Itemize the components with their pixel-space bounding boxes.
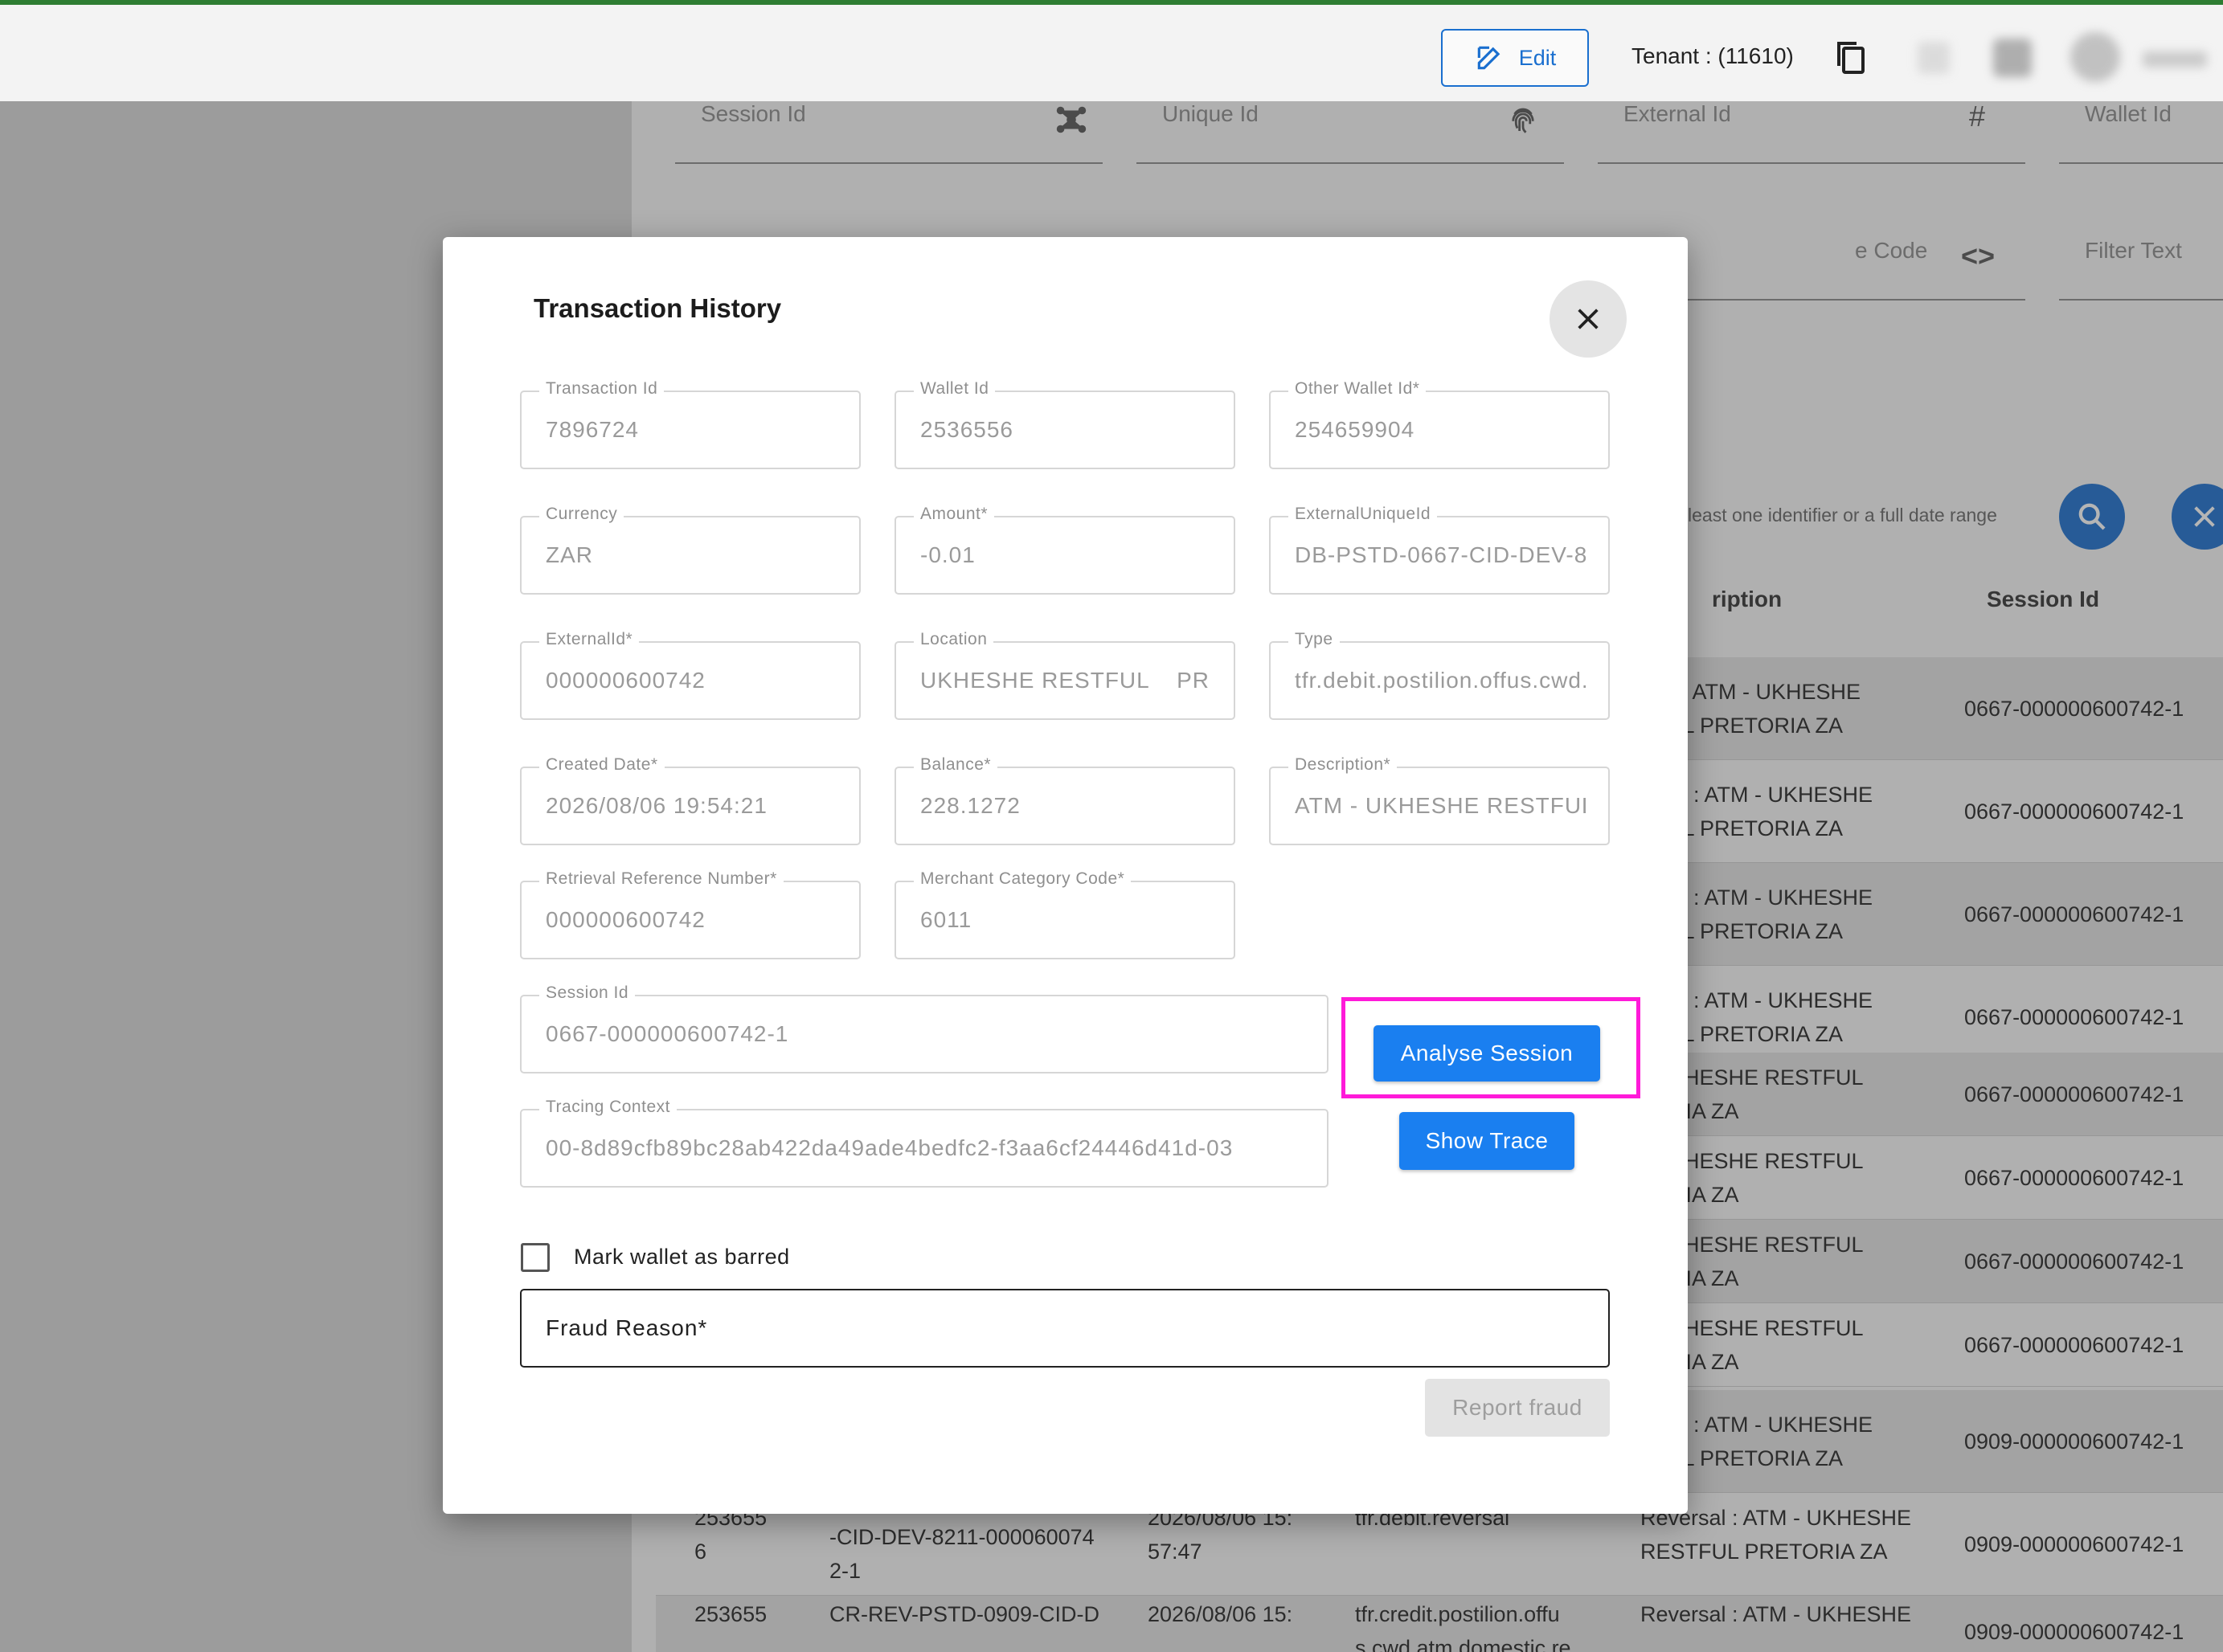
location-suffix: PR — [1177, 668, 1210, 693]
external-unique-id-field[interactable]: ExternalUniqueId DB-PSTD-0667-CID-DEV-82… — [1269, 505, 1610, 595]
top-app-bar: Edit Tenant : (11610) — [0, 0, 2223, 101]
session-id-value: 0667-000000600742-1 — [546, 1021, 789, 1046]
dialog-title: Transaction History — [534, 293, 782, 323]
edit-icon — [1477, 46, 1500, 70]
fraud-reason-placeholder: Fraud Reason* — [546, 1315, 708, 1340]
type-field[interactable]: Type tfr.debit.postilion.offus.cwd.atm.d… — [1269, 630, 1610, 720]
location-value: UKHESHE RESTFUL — [920, 668, 1150, 693]
location-field[interactable]: Location UKHESHE RESTFUL PR — [895, 630, 1235, 720]
transaction-id-field[interactable]: Transaction Id 7896724 — [520, 379, 861, 469]
created-date-field[interactable]: Created Date* 2026/08/06 19:54:21 — [520, 755, 861, 845]
balance-value: 228.1272 — [920, 793, 1021, 818]
amount-value: -0.01 — [920, 542, 976, 567]
edit-button-label: Edit — [1518, 45, 1557, 70]
close-icon — [1578, 309, 1599, 329]
balance-field[interactable]: Balance* 228.1272 — [895, 755, 1235, 845]
tenant-label: Tenant : (11610) — [1631, 43, 1794, 68]
external-id-field[interactable]: ExternalId* 000000600742 — [520, 630, 861, 720]
created-date-value: 2026/08/06 19:54:21 — [546, 793, 768, 818]
mark-barred-label: Mark wallet as barred — [574, 1245, 790, 1269]
wallet-id-value: 2536556 — [920, 417, 1014, 442]
amount-field[interactable]: Amount* -0.01 — [895, 505, 1235, 595]
transaction-id-value: 7896724 — [546, 417, 640, 442]
mcc-value: 6011 — [920, 907, 972, 932]
external-unique-id-value: DB-PSTD-0667-CID-DEV-8211-000000600742-1 — [1295, 542, 1586, 567]
tracing-context-field[interactable]: Tracing Context 00-8d89cfb89bc28ab422da4… — [520, 1098, 1328, 1188]
wallet-id-field[interactable]: Wallet Id 2536556 — [895, 379, 1235, 469]
rrn-field[interactable]: Retrieval Reference Number* 000000600742 — [520, 869, 861, 959]
description-field[interactable]: Description* ATM - UKHESHE RESTFUL PRETO… — [1269, 755, 1610, 845]
external-id-value: 000000600742 — [546, 668, 706, 693]
copy-icon[interactable] — [1834, 40, 1866, 76]
other-wallet-id-value: 254659904 — [1295, 417, 1415, 442]
session-id-field[interactable]: Session Id 0667-000000600742-1 — [520, 983, 1328, 1073]
avatar — [2070, 32, 2120, 82]
tracing-context-value: 00-8d89cfb89bc28ab422da49ade4bedfc2-f3aa… — [546, 1135, 1234, 1160]
close-dialog-button[interactable] — [1550, 280, 1627, 358]
currency-value: ZAR — [546, 542, 593, 567]
currency-field[interactable]: Currency ZAR — [520, 505, 861, 595]
blurred-icon — [1918, 42, 1950, 74]
description-value: ATM - UKHESHE RESTFUL PRETORIA ZA — [1295, 793, 1586, 818]
transaction-history-dialog: Transaction History Transaction Id 78967… — [443, 237, 1688, 1514]
other-wallet-id-field[interactable]: Other Wallet Id* 254659904 — [1269, 379, 1610, 469]
blurred-icon — [1993, 39, 2032, 77]
header-blurred-actions — [1910, 24, 2223, 93]
type-value: tfr.debit.postilion.offus.cwd.atm.domest… — [1295, 668, 1586, 693]
report-fraud-button[interactable]: Report fraud — [1425, 1379, 1610, 1437]
mcc-field[interactable]: Merchant Category Code* 6011 — [895, 869, 1235, 959]
fraud-reason-input[interactable]: Fraud Reason* — [520, 1289, 1610, 1368]
rrn-value: 000000600742 — [546, 907, 706, 932]
show-trace-button[interactable]: Show Trace — [1399, 1112, 1574, 1170]
edit-button[interactable]: Edit — [1441, 29, 1589, 87]
blurred-username — [2143, 51, 2207, 67]
mark-barred-checkbox[interactable] — [521, 1243, 550, 1272]
analyse-session-button[interactable]: Analyse Session — [1374, 1025, 1600, 1082]
